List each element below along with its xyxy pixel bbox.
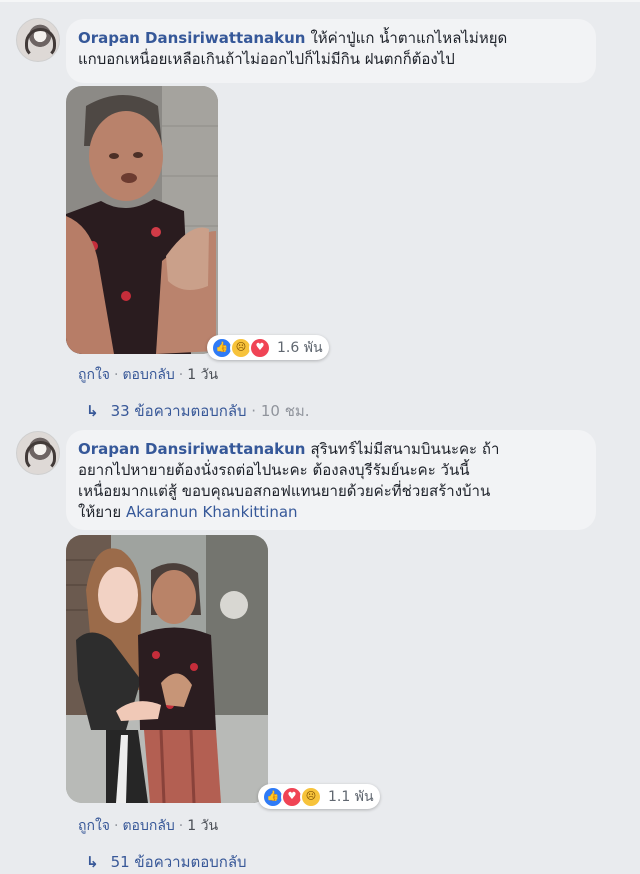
timestamp[interactable]: 1 วัน [187, 367, 218, 383]
comment-text-line: Orapan Dansiriwattanakun ให้ค่าปู่แก น้ำต… [78, 28, 584, 49]
comment-text: สุรินทร์ไม่มีสนามบินนะคะ ถ้า [310, 440, 500, 458]
author-name[interactable]: Orapan Dansiriwattanakun [78, 440, 305, 458]
separator: · [114, 367, 119, 383]
sad-icon: ☹ [300, 785, 322, 808]
comment-text-line: Orapan Dansiriwattanakun สุรินทร์ไม่มีสนา… [78, 439, 584, 460]
reactions-summary[interactable]: 👍 ☹ ♥ 1.6 พัน [207, 335, 329, 360]
reaction-count: 1.6 พัน [277, 339, 323, 356]
timestamp[interactable]: 1 วัน [187, 818, 218, 834]
tagged-user-link[interactable]: Akaranun Khankittinan [126, 503, 298, 521]
top-divider [0, 0, 640, 2]
love-icon: ♥ [249, 336, 271, 359]
replies-time: 10 ชม. [260, 402, 310, 420]
comment-bubble: Orapan Dansiriwattanakun ให้ค่าปู่แก น้ำต… [66, 19, 596, 83]
author-name[interactable]: Orapan Dansiriwattanakun [78, 29, 305, 47]
reaction-count: 1.1 พัน [328, 788, 374, 805]
photo-two-women [66, 535, 268, 803]
separator: · [246, 402, 261, 420]
reply-arrow-icon: ↳ [86, 402, 99, 420]
comment-bubble: Orapan Dansiriwattanakun สุรินทร์ไม่มีสนา… [66, 430, 596, 530]
comment-text: ให้ค่าปู่แก น้ำตาแกไหลไม่หยุด [310, 29, 508, 47]
avatar[interactable] [16, 18, 60, 62]
comment-photo[interactable] [66, 535, 268, 803]
comment-text: แกบอกเหนื่อยเหลือเกินถ้าไม่ออกไปก็ไม่มีก… [78, 50, 455, 68]
reply-button[interactable]: ตอบกลับ [122, 818, 174, 834]
reply-button[interactable]: ตอบกลับ [122, 367, 174, 383]
comment-text: ให้ยาย [78, 503, 122, 521]
comment-photo[interactable] [66, 86, 218, 354]
reactions-summary[interactable]: 👍 ♥ ☹ 1.1 พัน [258, 784, 380, 809]
view-replies-link[interactable]: ↳ 51 ข้อความตอบกลับ [86, 850, 247, 874]
replies-count: 51 ข้อความตอบกลับ [110, 853, 247, 871]
comment-actions: ถูกใจ · ตอบกลับ · 1 วัน [78, 364, 218, 386]
separator: · [114, 818, 119, 834]
view-replies-link[interactable]: ↳ 33 ข้อความตอบกลับ · 10 ชม. [86, 399, 310, 423]
separator: · [178, 818, 184, 834]
like-button[interactable]: ถูกใจ [78, 818, 110, 834]
like-button[interactable]: ถูกใจ [78, 367, 110, 383]
comment-text: เหนื่อยมากแต่สู้ ขอบคุณบอสกอฟแทนยายด้วยค… [78, 482, 491, 500]
replies-count: 33 ข้อความตอบกลับ [110, 402, 247, 420]
comment-actions: ถูกใจ · ตอบกลับ · 1 วัน [78, 815, 218, 837]
photo-elderly-woman [66, 86, 218, 354]
comment-text: อยากไปหายายต้องนั่งรถต่อไปนะคะ ต้องลงบุร… [78, 461, 470, 479]
comment-text-line: ให้ยาย Akaranun Khankittinan [78, 502, 584, 523]
avatar[interactable] [16, 431, 60, 475]
reply-arrow-icon: ↳ [86, 853, 99, 871]
separator: · [178, 367, 184, 383]
